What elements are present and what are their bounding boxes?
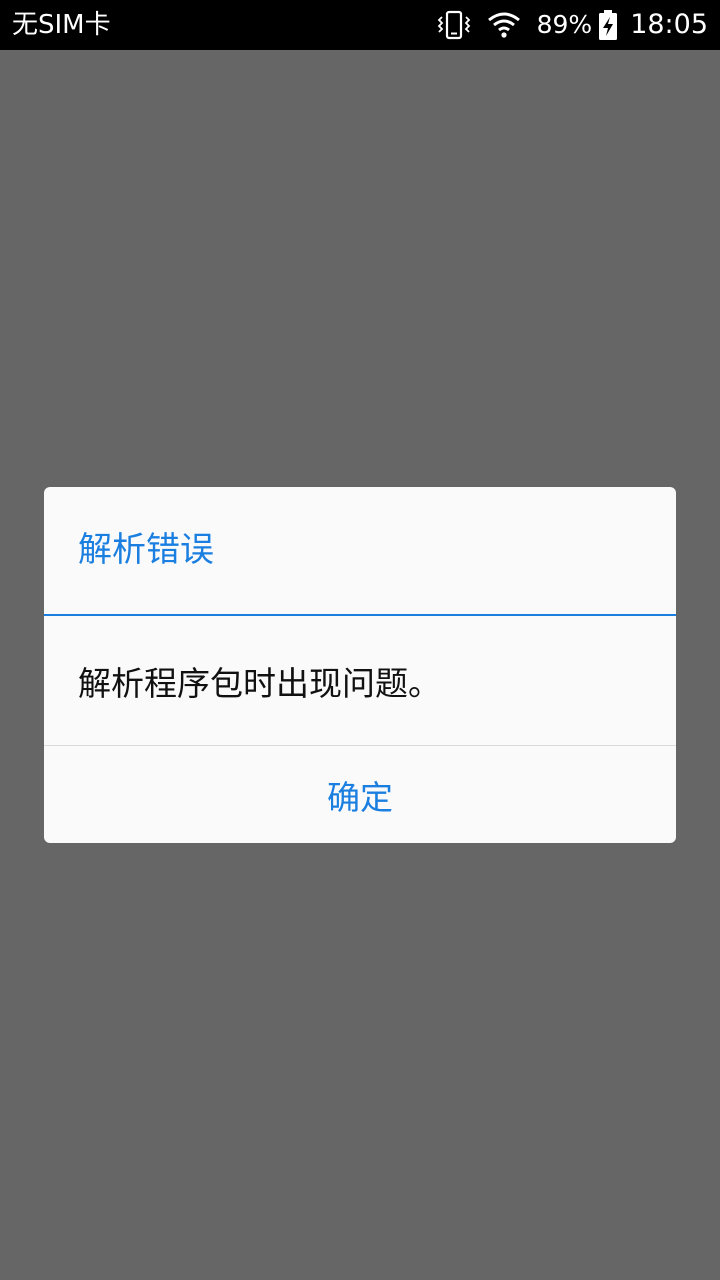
status-bar: 无SIM卡 89% 18:05 [0, 0, 720, 50]
carrier-label: 无SIM卡 [12, 10, 111, 40]
wifi-icon [487, 11, 521, 39]
title-divider [44, 614, 676, 616]
clock: 18:05 [630, 9, 708, 40]
vibrate-icon [437, 9, 471, 41]
battery-charging-icon [598, 9, 618, 41]
status-icons: 89% 18:05 [437, 0, 708, 50]
battery-percent: 89% [536, 10, 593, 39]
ok-button[interactable]: 确定 [44, 746, 676, 843]
dialog-message: 解析程序包时出现问题。 [78, 664, 441, 703]
parse-error-dialog: 解析错误 解析程序包时出现问题。 确定 [44, 487, 676, 843]
screen: 无SIM卡 89% 18:05 解析错误 解析程序包时出现问题。 确定 [0, 0, 720, 1280]
dialog-title: 解析错误 [78, 530, 214, 570]
